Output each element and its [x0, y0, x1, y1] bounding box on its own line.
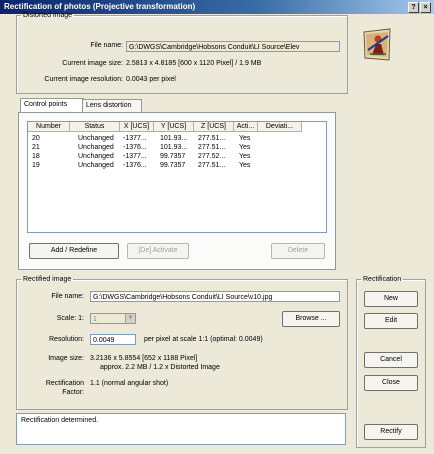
- delete-button[interactable]: Delete: [271, 243, 325, 259]
- rectification-factor-value: 1.1 (normal angular shot): [90, 380, 169, 387]
- tab-control-points[interactable]: Control points: [20, 98, 84, 113]
- cell-y: 101.93...: [160, 135, 188, 142]
- cell-x: -1377...: [123, 135, 147, 142]
- rectified-image-legend: Rectified image: [23, 276, 72, 283]
- resolution-input[interactable]: 0.0049: [90, 334, 136, 345]
- photo-rectification-icon: [362, 28, 392, 62]
- cell-status: Unchanged: [78, 135, 114, 142]
- column-header-deviation[interactable]: Deviati...: [258, 122, 302, 132]
- scale-label: Scale: 1:: [56, 315, 84, 322]
- cell-number: 18: [32, 153, 40, 160]
- close-button[interactable]: Close: [364, 375, 418, 391]
- cell-status: Unchanged: [78, 153, 114, 160]
- cell-z: 277.51...: [198, 144, 226, 151]
- cell-number: 19: [32, 162, 40, 169]
- cell-active: Yes: [239, 162, 251, 169]
- rectified-file-name-label: File name:: [51, 293, 84, 300]
- tab-lens-distortion[interactable]: Lens distortion: [82, 99, 142, 112]
- image-size-line2: approx. 2.2 MB / 1.2 x Distorted Image: [100, 364, 220, 371]
- column-header-number[interactable]: Number: [28, 122, 70, 132]
- cell-x: -1376...: [123, 144, 147, 151]
- control-points-panel: Number Status X [UCS] Y [UCS] Z [UCS] Ac…: [18, 112, 336, 270]
- new-button[interactable]: New: [364, 291, 418, 307]
- cell-active: Yes: [239, 144, 251, 151]
- column-header-x[interactable]: X [UCS]: [120, 122, 154, 132]
- cell-status: Unchanged: [78, 144, 114, 151]
- cell-active: Yes: [239, 153, 251, 160]
- rectify-button[interactable]: Rectify: [364, 424, 418, 440]
- cell-z: 277.51...: [198, 135, 226, 142]
- current-image-size-value: 2.5813 x 4.8185 [600 x 1120 Pixel] / 1.9…: [126, 60, 262, 67]
- chevron-down-icon[interactable]: ▼: [125, 314, 135, 323]
- close-window-button[interactable]: ×: [420, 2, 431, 13]
- resolution-note: per pixel at scale 1:1 (optimal: 0.0049): [144, 336, 263, 343]
- column-header-active[interactable]: Acti...: [234, 122, 258, 132]
- cell-status: Unchanged: [78, 162, 114, 169]
- scale-select[interactable]: 1 ▼: [90, 313, 136, 324]
- status-message-box: Rectification determined.: [16, 413, 346, 445]
- scale-value: 1: [93, 316, 97, 323]
- rectified-file-name-input[interactable]: G:\DWGS\Cambridge\Hobsons Conduit\LI Sou…: [90, 291, 340, 302]
- column-header-y[interactable]: Y [UCS]: [154, 122, 194, 132]
- cell-number: 20: [32, 135, 40, 142]
- cell-z: 277.52...: [198, 153, 226, 160]
- status-message: Rectification determined.: [21, 417, 99, 424]
- image-size-label: Image size:: [48, 355, 84, 362]
- cell-x: -1376...: [123, 162, 147, 169]
- cell-z: 277.51...: [198, 162, 226, 169]
- distorted-file-name-label: File name:: [90, 42, 123, 49]
- window-title: Rectification of photos (Projective tran…: [4, 2, 196, 11]
- activate-button[interactable]: [De] Activate: [127, 243, 189, 259]
- column-header-status[interactable]: Status: [70, 122, 120, 132]
- cell-number: 21: [32, 144, 40, 151]
- edit-button[interactable]: Edit: [364, 313, 418, 329]
- cell-y: 101.93...: [160, 144, 188, 151]
- distorted-image-legend: Distorted image: [23, 12, 73, 19]
- cell-y: 99.7357: [160, 162, 186, 169]
- resolution-label: Resolution:: [48, 336, 84, 343]
- distorted-file-name-field[interactable]: G:\DWGS\Cambridge\Hobsons Conduit\LI Sou…: [126, 41, 340, 52]
- add-redefine-button[interactable]: Add / Redefine: [29, 243, 119, 259]
- cell-y: 99.7357: [160, 153, 186, 160]
- help-button[interactable]: ?: [408, 2, 419, 13]
- column-header-z[interactable]: Z [UCS]: [194, 122, 234, 132]
- control-points-list[interactable]: Number Status X [UCS] Y [UCS] Z [UCS] Ac…: [27, 121, 327, 233]
- cell-x: -1377...: [123, 153, 147, 160]
- rectification-factor-label-1: Rectification: [45, 380, 84, 387]
- rectification-legend: Rectification: [363, 276, 402, 283]
- current-image-resolution-value: 0.0043 per pixel: [126, 76, 176, 83]
- image-size-line1: 3.2136 x 5.8554 [652 x 1188 Pixel]: [90, 355, 198, 362]
- rectification-factor-label-2: Factor:: [62, 389, 84, 396]
- current-image-resolution-label: Current image resolution:: [44, 76, 123, 83]
- cancel-button[interactable]: Cancel: [364, 352, 418, 368]
- current-image-size-label: Current image size:: [62, 60, 123, 67]
- browse-button[interactable]: Browse ...: [282, 311, 340, 327]
- cell-active: Yes: [239, 135, 251, 142]
